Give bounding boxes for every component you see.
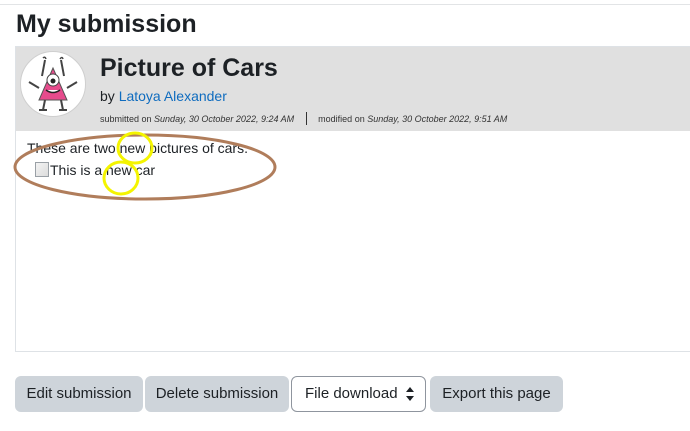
modified-date: Sunday, 30 October 2022, 9:51 AM bbox=[367, 114, 508, 124]
author-link[interactable]: Latoya Alexander bbox=[119, 88, 227, 104]
broken-image: This is a new car bbox=[35, 161, 155, 179]
submission-card: Picture of Cars by Latoya Alexander subm… bbox=[15, 46, 690, 352]
submission-meta: submitted on Sunday, 30 October 2022, 9:… bbox=[100, 112, 507, 125]
page-title: My submission bbox=[16, 10, 197, 38]
delete-submission-button[interactable]: Delete submission bbox=[145, 376, 289, 412]
file-download-selected: File download bbox=[305, 385, 398, 402]
entry-title: Picture of Cars bbox=[100, 54, 278, 82]
file-download-select[interactable]: File download bbox=[291, 376, 426, 412]
meta-separator bbox=[305, 112, 307, 125]
author-byline: by Latoya Alexander bbox=[100, 87, 227, 105]
image-alt-text: This is a new car bbox=[50, 162, 156, 178]
submission-header: Picture of Cars by Latoya Alexander subm… bbox=[16, 47, 690, 131]
modified-label: modified on bbox=[318, 114, 365, 124]
broken-image-icon bbox=[35, 162, 49, 177]
edit-submission-button[interactable]: Edit submission bbox=[15, 376, 143, 412]
select-arrows-icon bbox=[406, 387, 414, 401]
submitted-label: submitted on bbox=[100, 114, 152, 124]
avatar[interactable] bbox=[20, 51, 86, 117]
top-divider bbox=[0, 4, 690, 5]
export-page-button[interactable]: Export this page bbox=[430, 376, 563, 412]
monster-avatar-icon bbox=[28, 56, 78, 111]
submitted-date: Sunday, 30 October 2022, 9:24 AM bbox=[154, 114, 295, 124]
by-prefix: by bbox=[100, 88, 115, 104]
submission-text: These are two new pictures of cars. bbox=[27, 140, 248, 156]
